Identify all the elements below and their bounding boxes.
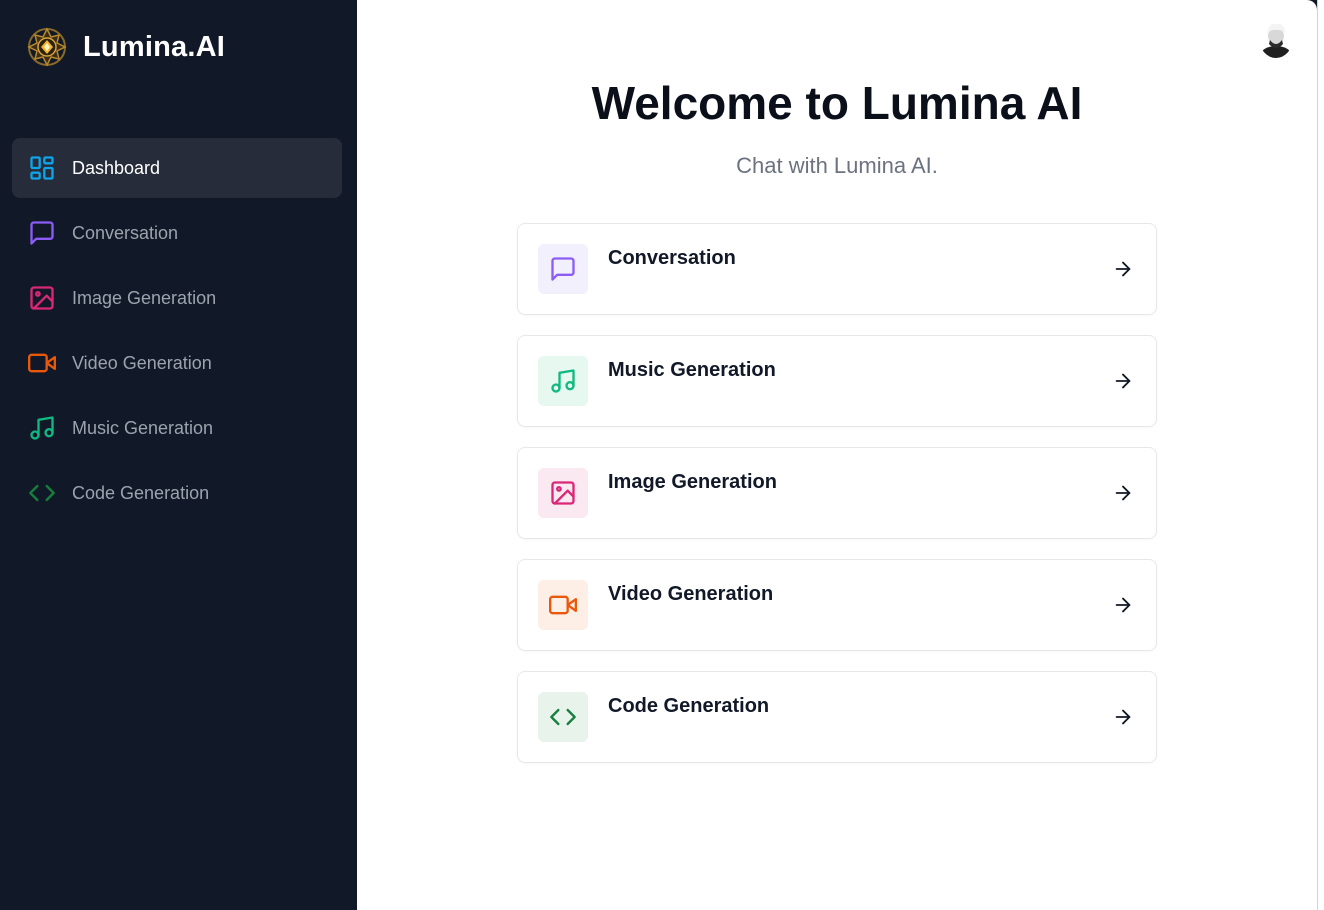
code-icon [538, 692, 588, 742]
tool-card-label: Video Generation [608, 583, 774, 605]
page-title: Welcome to Lumina AI [591, 77, 1083, 129]
lumina-logo-icon [27, 27, 67, 67]
arrow-right-icon [1115, 373, 1131, 389]
tool-card-music-generation[interactable]: Music Generation [517, 335, 1157, 427]
music-icon [28, 414, 56, 442]
message-square-icon [28, 219, 56, 247]
sidebar-item-code-generation[interactable]: Code Generation [12, 463, 342, 523]
tool-card-code-generation[interactable]: Code Generation [517, 671, 1157, 763]
user-avatar-icon [1259, 18, 1293, 58]
video-icon [28, 349, 56, 377]
sidebar-item-label: Image Generation [72, 287, 217, 308]
tool-card-label: Music Generation [608, 359, 776, 381]
tool-card-label: Image Generation [608, 471, 777, 493]
arrow-right-icon [1115, 485, 1131, 501]
main-content: Welcome to Lumina AI Chat with Lumina AI… [357, 0, 1317, 910]
code-icon [28, 479, 56, 507]
tool-card-conversation[interactable]: Conversation [517, 223, 1157, 315]
tool-card-image-generation[interactable]: Image Generation [517, 447, 1157, 539]
tool-card-label: Conversation [608, 247, 736, 269]
tool-card-label: Code Generation [608, 695, 770, 717]
dashboard-icon [28, 154, 56, 182]
sidebar-item-label: Video Generation [72, 352, 212, 373]
arrow-right-icon [1115, 261, 1131, 277]
sidebar-item-image-generation[interactable]: Image Generation [12, 268, 342, 328]
sidebar-item-label: Music Generation [72, 417, 214, 438]
arrow-right-icon [1115, 709, 1131, 725]
image-icon [538, 468, 588, 518]
tool-card-video-generation[interactable]: Video Generation [517, 559, 1157, 651]
music-icon [538, 356, 588, 406]
sidebar-item-label: Conversation [72, 222, 179, 243]
sidebar-item-label: Dashboard [72, 157, 161, 178]
arrow-right-icon [1115, 597, 1131, 613]
sidebar-item-label: Code Generation [72, 482, 210, 503]
avatar[interactable] [1259, 18, 1293, 58]
page-subtitle: Chat with Lumina AI. [736, 153, 938, 178]
sidebar-item-conversation[interactable]: Conversation [12, 203, 342, 263]
sidebar-nav: Dashboard Conversation Image Generation … [12, 138, 342, 528]
sidebar-item-music-generation[interactable]: Music Generation [12, 398, 342, 458]
sidebar: Lumina.AI Dashboard Conversation Image G… [0, 0, 357, 910]
tool-card-list: Conversation Music Generation Image Gene… [517, 223, 1157, 783]
sidebar-item-dashboard[interactable]: Dashboard [12, 138, 342, 198]
brand-name: Lumina.AI [83, 30, 225, 63]
video-icon [538, 580, 588, 630]
image-icon [28, 284, 56, 312]
message-square-icon [538, 244, 588, 294]
window-edge [1317, 0, 1324, 910]
brand[interactable]: Lumina.AI [27, 27, 225, 67]
sidebar-item-video-generation[interactable]: Video Generation [12, 333, 342, 393]
